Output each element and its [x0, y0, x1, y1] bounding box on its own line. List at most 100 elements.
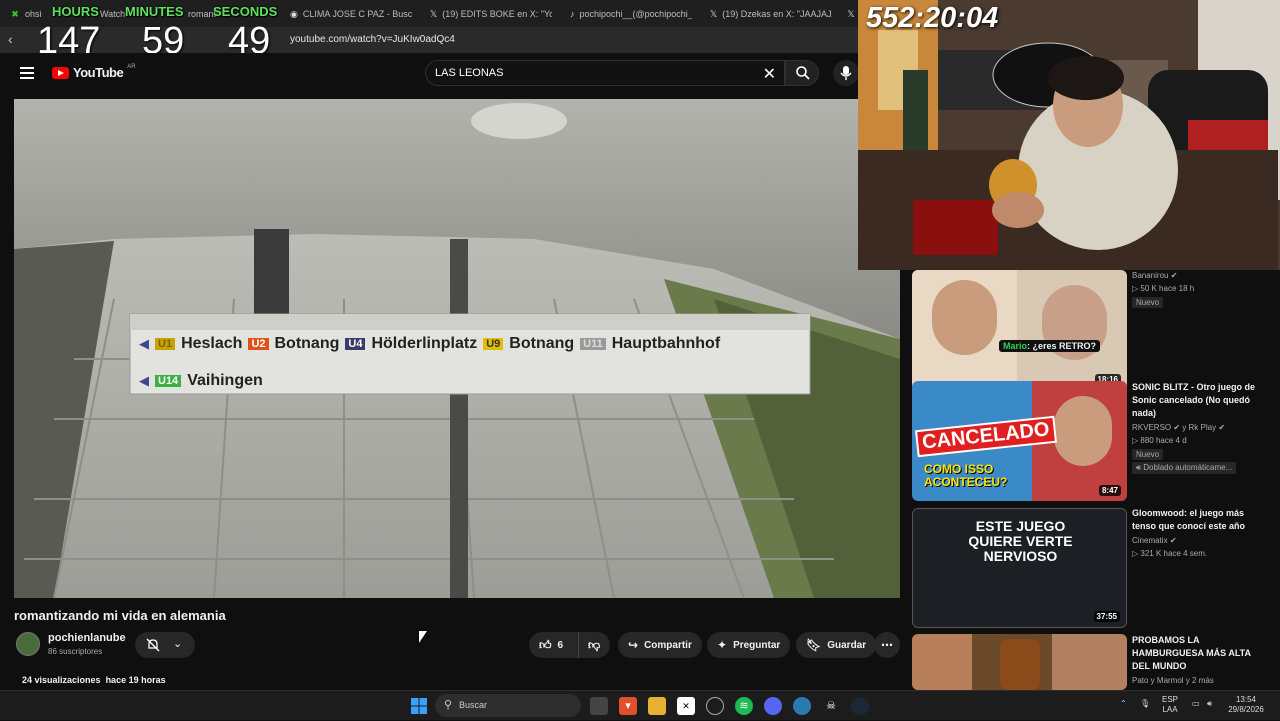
channel-name[interactable]: pochienlanube [48, 632, 126, 644]
x-icon: 𝕏 [847, 9, 855, 19]
sign-dest-heslach: Heslach [181, 335, 243, 352]
thumbnail-text: ESTE JUEGO QUIERE VERTE NERVIOSO [968, 518, 1073, 564]
dubbed-icon: 🔊︎ [1136, 463, 1142, 472]
sign-dest-botnang-2: Botnang [509, 335, 575, 352]
language-indicator[interactable]: ESP LAA [1162, 695, 1178, 715]
chevron-down-icon: ⌄ [173, 638, 183, 650]
bell-off-icon [146, 638, 160, 652]
channel-avatar[interactable] [16, 632, 40, 656]
sign-dest-botnang: Botnang [274, 335, 340, 352]
tab-edits-boke[interactable]: 𝕏(19) EDITS BOKE en X: "Yo fest [430, 5, 552, 23]
back-arrow-icon[interactable]: ‹ [8, 31, 13, 47]
thumbnail-caption: Mario: ¿eres RETRO? [999, 340, 1101, 352]
task-view-icon[interactable] [590, 697, 608, 715]
notification-button[interactable]: ⌄ [135, 632, 195, 658]
new-badge: Nuevo [1132, 449, 1164, 460]
tab-dzekas[interactable]: 𝕏(19) Dzekas en X: "JAAJAJAJA [710, 5, 832, 23]
clear-search-icon[interactable]: ✕ [763, 64, 776, 84]
spotify-icon[interactable]: ≋ [735, 697, 753, 715]
capcut-icon[interactable]: ✕ [677, 697, 695, 715]
clock[interactable]: 13:54 29/8/2026 [1226, 695, 1266, 715]
thumbnail-subtext: COMO ISSO ACONTECEU? [924, 462, 1008, 489]
minutes-label: MINUTES [125, 4, 184, 19]
line-badge-u4: U4 [345, 338, 366, 350]
line-badge-u11: U11 [580, 338, 606, 350]
save-label: Guardar [827, 639, 867, 651]
search-input[interactable] [435, 67, 735, 79]
file-explorer-icon[interactable] [648, 697, 666, 715]
dubbed-badge: 🔊︎ Doblado automáticame... [1132, 462, 1237, 474]
tab-clima[interactable]: ◉CLIMA JOSE C PAZ - Buscar co [290, 5, 412, 23]
tab-pochipochi[interactable]: ♪ pochipochi__(@pochipochi__ [570, 5, 692, 23]
steam-icon[interactable] [851, 697, 869, 715]
tiktok-icon: ♪ [570, 9, 575, 19]
recommendation-thumbnail[interactable]: ESTE JUEGO QUIERE VERTE NERVIOSO 37:55 [912, 508, 1127, 628]
discord-icon[interactable] [764, 697, 782, 715]
recommendation-thumbnail[interactable]: CANCELADO COMO ISSO ACONTECEU? 8:47 [912, 381, 1127, 501]
tray-expand-icon[interactable]: ⌃ [1120, 699, 1127, 709]
brave-browser-icon[interactable]: ▾ [619, 697, 637, 715]
more-actions-button[interactable]: ⋯ [874, 632, 900, 658]
recommendation-title[interactable]: PROBAMOS LA HAMBURGUESA MÁS ALTA DEL MUN… [1132, 634, 1262, 673]
skull-icon[interactable]: ☠ [822, 697, 840, 715]
menu-icon[interactable] [20, 67, 34, 79]
subscriber-count: 86 suscriptores [48, 647, 103, 656]
recommendation-title[interactable]: SONIC BLITZ - Otro juego de Sonic cancel… [1132, 381, 1262, 420]
recommendation-title[interactable]: Gloomwood: el juego más tenso que conocí… [1132, 507, 1262, 533]
like-count: 6 [557, 639, 564, 651]
voice-search-button[interactable] [833, 60, 859, 86]
bookmark-icon: 🔖︎ [806, 638, 822, 652]
obs-icon[interactable] [706, 697, 724, 715]
ask-button[interactable]: ✦ Preguntar [707, 632, 791, 658]
webcam-image [858, 0, 1280, 270]
windows-start-icon[interactable] [410, 697, 428, 715]
sparkle-icon: ✦ [717, 638, 728, 652]
search-button[interactable] [785, 60, 819, 86]
more-icon: ⋯ [881, 638, 893, 652]
taskbar-search-label: Buscar [459, 700, 488, 710]
share-label: Compartir [644, 639, 692, 651]
recommendation-meta: ▷ 50 K hace 18 h [1132, 284, 1195, 293]
taskbar-search[interactable]: ⚲ Buscar [435, 694, 581, 717]
windows-taskbar: ⚲ Buscar ▾ ✕ ≋ ☠ ⌃ 🎙︎ ESP LAA ▭ 🔊︎ 13:54 2… [0, 690, 1280, 720]
volume-icon[interactable]: 🔊︎ [1207, 699, 1212, 709]
recommendation-thumbnail[interactable]: Mario: ¿eres RETRO? 18:16 [912, 270, 1127, 390]
share-icon: ↪ [628, 638, 639, 652]
microphone-icon[interactable]: 🎙︎ [1140, 699, 1150, 709]
verified-icon: ✔ [1173, 423, 1181, 432]
sign-arrow-icon: ◀ [139, 336, 149, 351]
recommendation-thumbnail[interactable] [912, 634, 1127, 690]
video-duration: 37:55 [1093, 611, 1120, 622]
video-player[interactable]: ◀ U1 Heslach U2 Botnang U4 Hölderlinplat… [14, 99, 900, 598]
recommendation-channel[interactable]: RKVERSO ✔ y Rk Play ✔ [1132, 423, 1225, 432]
tab-8[interactable]: 𝕏 [846, 5, 858, 23]
address-bar: ‹ youtube.com/watch?v=JuKIw0adQc4 [0, 27, 858, 53]
dislike-button[interactable]: 👎︎ [578, 632, 610, 658]
line-badge-u14: U14 [155, 375, 182, 387]
ask-label: Preguntar [733, 639, 781, 651]
youtube-wordmark: YouTube [73, 65, 124, 80]
share-button[interactable]: ↪ Compartir [618, 632, 702, 658]
verified-icon: ✔ [1169, 536, 1177, 545]
url-field[interactable]: youtube.com/watch?v=JuKIw0adQc4 [290, 34, 455, 45]
youtube-play-icon [52, 66, 69, 79]
network-icon[interactable]: ▭ [1192, 699, 1200, 709]
youtube-logo[interactable]: YouTube AR [52, 64, 136, 80]
recommendation-channel[interactable]: Bananirou ✔ [1132, 271, 1177, 280]
recommendation-channel[interactable]: Cinematix ✔ [1132, 536, 1177, 545]
save-button[interactable]: 🔖︎ Guardar [796, 632, 877, 658]
line-badge-u2: U2 [248, 338, 269, 350]
sign-dest-hauptbahnhof: Hauptbahnhof [611, 335, 721, 352]
search-box: ✕ [425, 60, 785, 86]
app-icon[interactable] [793, 697, 811, 715]
new-badge: Nuevo [1132, 297, 1164, 308]
recommendation-channel[interactable]: Pato y Marmol y 2 más [1132, 676, 1214, 685]
like-button[interactable]: 👍︎ 6 [529, 632, 578, 658]
google-icon: ◉ [290, 9, 298, 19]
x-icon: 𝕏 [430, 9, 438, 19]
youtube-header: YouTube AR ✕ [0, 53, 859, 93]
seconds-label: SECONDS [213, 4, 278, 19]
sign-dest-holderlinplatz: Hölderlinplatz [371, 335, 478, 352]
view-count: 24 visualizaciones [22, 675, 101, 685]
sign-arrow-icon: ◀ [139, 373, 149, 388]
